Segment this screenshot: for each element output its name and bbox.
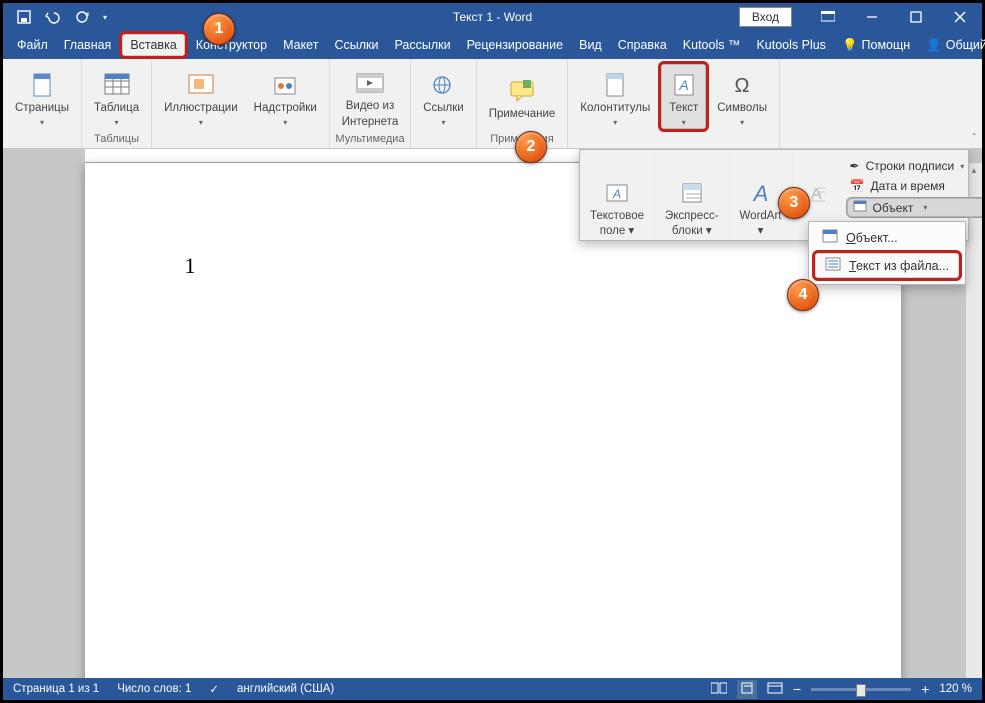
tab-help[interactable]: Справка <box>610 31 675 59</box>
weblayout-icon[interactable] <box>767 682 783 697</box>
callout-4: 4 <box>787 279 819 311</box>
wordart-icon: A <box>747 178 775 208</box>
tell-me[interactable]: 💡Помощн <box>834 31 918 59</box>
pages-button[interactable]: Страницы▾ <box>7 61 77 132</box>
zoom-out-icon[interactable]: − <box>793 681 801 697</box>
minimize-icon[interactable] <box>850 3 894 31</box>
comment-button[interactable]: Примечание <box>481 61 564 132</box>
text-from-file-icon <box>825 257 841 274</box>
workspace: 1 A Текстовоеполе ▾ Экспресс-блоки ▾ A W… <box>3 149 982 678</box>
language-indicator[interactable]: английский (США) <box>237 683 334 695</box>
textbox-button[interactable]: A Текстовоеполе ▾ <box>580 150 655 240</box>
object-item[interactable]: Объект... <box>812 225 962 250</box>
textbox-icon: A <box>605 178 629 208</box>
tab-home[interactable]: Главная <box>56 31 120 59</box>
text-icon: A <box>673 70 695 100</box>
object-item-text: бъект... <box>856 231 898 245</box>
object-icon <box>853 200 867 215</box>
addins-icon <box>273 70 297 100</box>
save-icon[interactable] <box>17 10 31 24</box>
illustrations-icon <box>188 70 214 100</box>
quickparts-icon <box>680 178 704 208</box>
object-item-icon <box>822 229 838 246</box>
group-tables: Таблицы <box>94 132 139 147</box>
qat-more-icon[interactable]: ▾ <box>103 13 107 22</box>
redo-icon[interactable] <box>75 10 89 24</box>
tab-insert[interactable]: Вставка <box>119 31 187 59</box>
online-video-button[interactable]: Видео изИнтернета <box>334 61 406 132</box>
callout-3: 3 <box>778 187 810 219</box>
comment-icon <box>509 76 535 106</box>
printlayout-icon[interactable] <box>737 680 757 699</box>
tab-kutools[interactable]: Kutools ™ <box>675 31 749 59</box>
headerfooter-icon <box>605 70 625 100</box>
ribbon-display-icon[interactable] <box>806 3 850 31</box>
text-from-file-text: екст из файла... <box>856 259 949 273</box>
svg-text:A: A <box>612 187 621 201</box>
symbols-button[interactable]: Ω Символы▾ <box>709 61 775 132</box>
svg-text:A: A <box>678 77 688 93</box>
datetime-button[interactable]: 📅Дата и время <box>846 176 983 196</box>
share-button[interactable]: 👤Общий доступ <box>918 31 985 59</box>
text-from-file-item[interactable]: Текст из файла... <box>812 250 962 281</box>
object-button[interactable]: Объект▾ <box>846 197 983 218</box>
tab-kutools-plus[interactable]: Kutools Plus <box>748 31 833 59</box>
app-window: ▾ Текст 1 - Word Вход Файл Главная Встав… <box>3 3 982 700</box>
quick-access-toolbar: ▾ <box>3 10 121 24</box>
collapse-ribbon-icon[interactable]: ˆ <box>973 133 976 144</box>
tab-layout[interactable]: Макет <box>275 31 326 59</box>
share-icon: 👤 <box>926 38 942 53</box>
callout-2: 2 <box>515 131 547 163</box>
video-icon <box>356 68 384 98</box>
proofing-icon[interactable]: ✓ <box>209 682 219 696</box>
table-icon <box>104 70 130 100</box>
symbols-icon: Ω <box>730 70 754 100</box>
links-button[interactable]: Ссылки▾ <box>415 61 472 132</box>
tab-file[interactable]: Файл <box>9 31 56 59</box>
tab-review[interactable]: Рецензирование <box>459 31 572 59</box>
zoom-level[interactable]: 120 % <box>939 683 972 695</box>
tab-mailings[interactable]: Рассылки <box>386 31 458 59</box>
callout-1: 1 <box>203 13 235 45</box>
signature-icon: ✒ <box>850 159 860 173</box>
svg-text:A: A <box>811 186 822 203</box>
ribbon-tabs: Файл Главная Вставка Конструктор Макет С… <box>3 31 982 59</box>
ribbon-body: Страницы▾ Таблица▾ Таблицы Иллюстрации▾ <box>3 59 982 149</box>
text-button[interactable]: A Текст▾ <box>658 61 709 132</box>
calendar-icon: 📅 <box>850 179 865 193</box>
title-bar: ▾ Текст 1 - Word Вход <box>3 3 982 31</box>
tab-view[interactable]: Вид <box>571 31 610 59</box>
document-text[interactable]: 1 <box>185 253 196 279</box>
table-button[interactable]: Таблица▾ <box>86 61 147 132</box>
group-multimedia: Мультимедиа <box>335 132 404 147</box>
addins-button[interactable]: Надстройки▾ <box>246 61 325 132</box>
zoom-in-icon[interactable]: + <box>921 681 929 697</box>
headerfooter-button[interactable]: Колонтитулы▾ <box>572 61 658 132</box>
pages-icon <box>31 70 53 100</box>
undo-icon[interactable] <box>45 10 61 24</box>
svg-text:A: A <box>751 181 768 205</box>
object-submenu: Объект... Текст из файла... <box>808 221 966 285</box>
readmode-icon[interactable] <box>711 682 727 697</box>
zoom-slider[interactable] <box>811 688 911 691</box>
illustrations-button[interactable]: Иллюстрации▾ <box>156 61 246 132</box>
svg-text:Ω: Ω <box>735 75 750 97</box>
quickparts-button[interactable]: Экспресс-блоки ▾ <box>655 150 730 240</box>
signature-line-button[interactable]: ✒Строки подписи▾ <box>846 156 983 176</box>
word-count[interactable]: Число слов: 1 <box>117 683 191 695</box>
links-icon <box>430 70 456 100</box>
lightbulb-icon: 💡 <box>842 38 858 53</box>
status-bar: Страница 1 из 1 Число слов: 1 ✓ английск… <box>3 678 982 700</box>
window-title: Текст 1 - Word <box>453 10 532 24</box>
close-icon[interactable] <box>938 3 982 31</box>
signin-button[interactable]: Вход <box>739 7 792 27</box>
page-indicator[interactable]: Страница 1 из 1 <box>13 683 99 695</box>
tab-references[interactable]: Ссылки <box>326 31 386 59</box>
maximize-icon[interactable] <box>894 3 938 31</box>
